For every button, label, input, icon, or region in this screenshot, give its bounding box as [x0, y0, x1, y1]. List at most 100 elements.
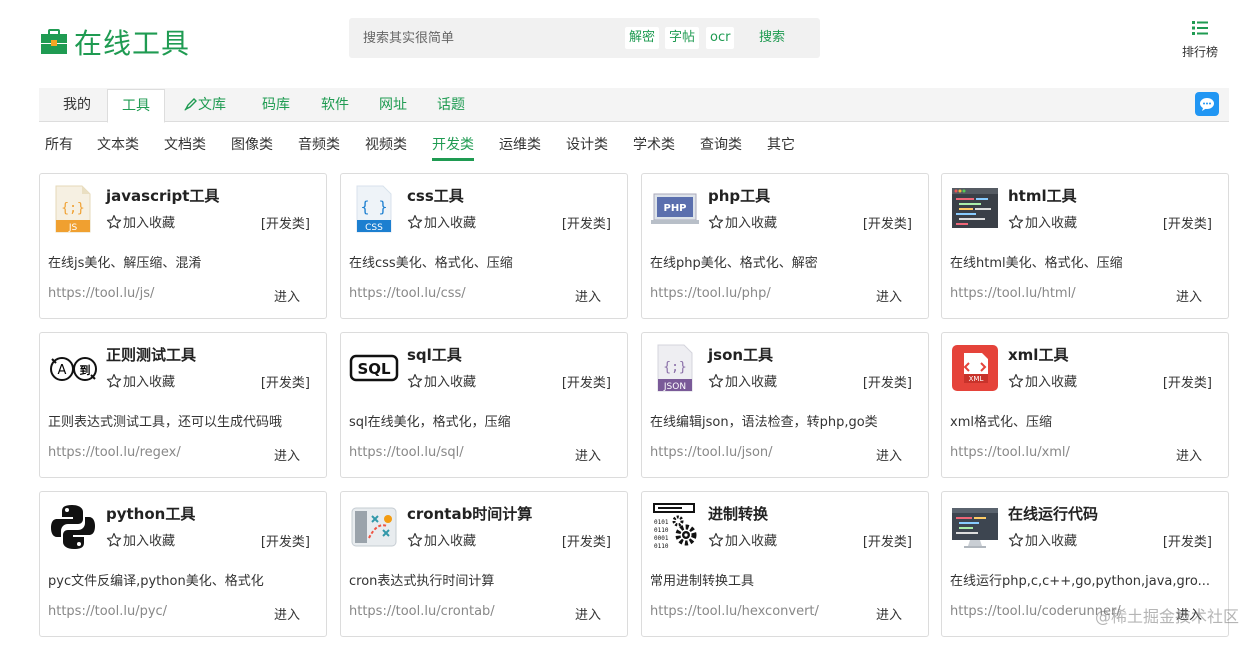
cat-query[interactable]: 查询类 [700, 134, 742, 156]
site-logo[interactable]: 在线工具 [40, 22, 190, 62]
tool-title[interactable]: 在线运行代码 [1008, 503, 1098, 524]
tool-card[interactable]: SQL sql工具 加入收藏 [开发类] sql在线美化，格式化，压缩 http… [340, 332, 628, 478]
tool-card[interactable]: {;} JSON json工具 加入收藏 [开发类] 在线编辑json，语法检查，… [641, 332, 929, 478]
tool-title[interactable]: crontab时间计算 [407, 503, 532, 524]
quick-link-copybook[interactable]: 字帖 [665, 27, 700, 49]
cat-other[interactable]: 其它 [767, 134, 795, 156]
enter-button[interactable]: 进入 [575, 445, 601, 464]
tool-card[interactable]: PHP php工具 加入收藏 [开发类] 在线php美化、格式化、解密 http… [641, 173, 929, 319]
svg-text:到: 到 [80, 363, 91, 377]
enter-button[interactable]: 进入 [1176, 286, 1202, 305]
enter-button[interactable]: 进入 [274, 286, 300, 305]
cat-all[interactable]: 所有 [45, 134, 73, 156]
crontab-icon [349, 502, 399, 552]
favorite-button[interactable]: 加入收藏 [1008, 530, 1077, 549]
favorite-button[interactable]: 加入收藏 [708, 371, 777, 390]
tool-card[interactable]: python工具 加入收藏 [开发类] pyc文件反编译,python美化、格式… [39, 491, 327, 637]
tool-url[interactable]: https://tool.lu/crontab/ [349, 604, 495, 619]
enter-button[interactable]: 进入 [575, 286, 601, 305]
tool-card[interactable]: crontab时间计算 加入收藏 [开发类] cron表达式执行时间计算 htt… [340, 491, 628, 637]
nav-library[interactable]: 文库 [184, 88, 226, 122]
svg-text:XML: XML [969, 375, 984, 383]
nav-software[interactable]: 软件 [321, 88, 349, 122]
favorite-button[interactable]: 加入收藏 [407, 530, 476, 549]
cat-audio[interactable]: 音频类 [298, 134, 340, 156]
tool-url[interactable]: https://tool.lu/php/ [650, 286, 771, 301]
enter-button[interactable]: 进入 [575, 604, 601, 623]
tool-title[interactable]: 进制转换 [708, 503, 768, 524]
tool-url[interactable]: https://tool.lu/js/ [48, 286, 154, 301]
tool-card[interactable]: {;} JS javascript工具 加入收藏 [开发类] 在线js美化、解压缩… [39, 173, 327, 319]
tool-title[interactable]: xml工具 [1008, 344, 1068, 365]
cat-video[interactable]: 视频类 [365, 134, 407, 156]
favorite-button[interactable]: 加入收藏 [407, 371, 476, 390]
enter-button[interactable]: 进入 [876, 286, 902, 305]
enter-button[interactable]: 进入 [274, 445, 300, 464]
favorite-button[interactable]: 加入收藏 [708, 530, 777, 549]
tool-url[interactable]: https://tool.lu/json/ [650, 445, 773, 460]
tool-title[interactable]: 正则测试工具 [106, 344, 196, 365]
tool-url[interactable]: https://tool.lu/xml/ [950, 445, 1070, 460]
cat-document[interactable]: 文档类 [164, 134, 206, 156]
svg-text:{;}: {;} [61, 201, 84, 216]
tool-title[interactable]: json工具 [708, 344, 773, 365]
tool-url[interactable]: https://tool.lu/pyc/ [48, 604, 167, 619]
nav-topics[interactable]: 话题 [437, 88, 465, 122]
svg-text:CSS: CSS [365, 223, 383, 233]
nav-code[interactable]: 码库 [262, 88, 290, 122]
tool-card[interactable]: 0101 0110 0001 0110 进制转换 加入收藏 [开发类] 常用进制转换工… [641, 491, 929, 637]
tool-title[interactable]: sql工具 [407, 344, 462, 365]
css-file-icon: { } CSS [349, 184, 399, 234]
cat-academic[interactable]: 学术类 [633, 134, 675, 156]
cat-image[interactable]: 图像类 [231, 134, 273, 156]
tool-title[interactable]: html工具 [1008, 185, 1077, 206]
nav-mine[interactable]: 我的 [63, 88, 91, 122]
chat-button[interactable] [1195, 92, 1219, 116]
tool-url[interactable]: https://tool.lu/regex/ [48, 445, 181, 460]
quick-link-ocr[interactable]: ocr [706, 27, 735, 49]
tool-url[interactable]: https://tool.lu/html/ [950, 286, 1076, 301]
tool-card[interactable]: html工具 加入收藏 [开发类] 在线html美化、格式化、压缩 https:… [941, 173, 1229, 319]
ranking-button[interactable]: 排行榜 [1177, 20, 1223, 60]
quick-link-decrypt[interactable]: 解密 [625, 27, 660, 49]
enter-button[interactable]: 进入 [1176, 445, 1202, 464]
cat-ops[interactable]: 运维类 [499, 134, 541, 156]
favorite-button[interactable]: 加入收藏 [1008, 212, 1077, 231]
tool-url[interactable]: https://tool.lu/sql/ [349, 445, 464, 460]
svg-text:0101: 0101 [654, 519, 669, 526]
enter-button[interactable]: 进入 [876, 604, 902, 623]
tool-title[interactable]: css工具 [407, 185, 464, 206]
tool-card[interactable]: XML xml工具 加入收藏 [开发类] xml格式化、压缩 https://t… [941, 332, 1229, 478]
search-button[interactable]: 搜索 [759, 27, 785, 49]
tool-card[interactable]: { } CSS css工具 加入收藏 [开发类] 在线css美化、格式化、压缩 h… [340, 173, 628, 319]
js-file-icon: {;} JS [48, 184, 98, 234]
cat-dev[interactable]: 开发类 [432, 134, 474, 161]
favorite-button[interactable]: 加入收藏 [1008, 371, 1077, 390]
svg-text:JSON: JSON [663, 382, 686, 392]
nav-sites[interactable]: 网址 [379, 88, 407, 122]
favorite-button[interactable]: 加入收藏 [106, 212, 175, 231]
star-icon [1008, 214, 1024, 229]
favorite-button[interactable]: 加入收藏 [407, 212, 476, 231]
tool-description: 在线运行php,c,c++,go,python,java,gro... [950, 574, 1210, 589]
tool-description: 在线js美化、解压缩、混淆 [48, 256, 202, 271]
cat-design[interactable]: 设计类 [566, 134, 608, 156]
cat-text[interactable]: 文本类 [97, 134, 139, 156]
favorite-button[interactable]: 加入收藏 [106, 371, 175, 390]
tool-url[interactable]: https://tool.lu/css/ [349, 286, 466, 301]
tool-description: pyc文件反编译,python美化、格式化 [48, 574, 264, 589]
nav-tools[interactable]: 工具 [107, 89, 165, 123]
search-input[interactable] [363, 18, 613, 58]
enter-button[interactable]: 进入 [274, 604, 300, 623]
enter-button[interactable]: 进入 [876, 445, 902, 464]
tool-url[interactable]: https://tool.lu/hexconvert/ [650, 604, 819, 619]
ranking-label: 排行榜 [1181, 45, 1218, 59]
tool-title[interactable]: javascript工具 [106, 185, 219, 206]
tool-title[interactable]: php工具 [708, 185, 770, 206]
tool-title[interactable]: python工具 [106, 503, 195, 524]
tool-card[interactable]: A到 正则测试工具 加入收藏 [开发类] 正则表达式测试工具，还可以生成代码哦 … [39, 332, 327, 478]
category-tag: [开发类] [260, 535, 310, 550]
category-tag: [开发类] [1162, 535, 1212, 550]
favorite-button[interactable]: 加入收藏 [708, 212, 777, 231]
favorite-button[interactable]: 加入收藏 [106, 530, 175, 549]
